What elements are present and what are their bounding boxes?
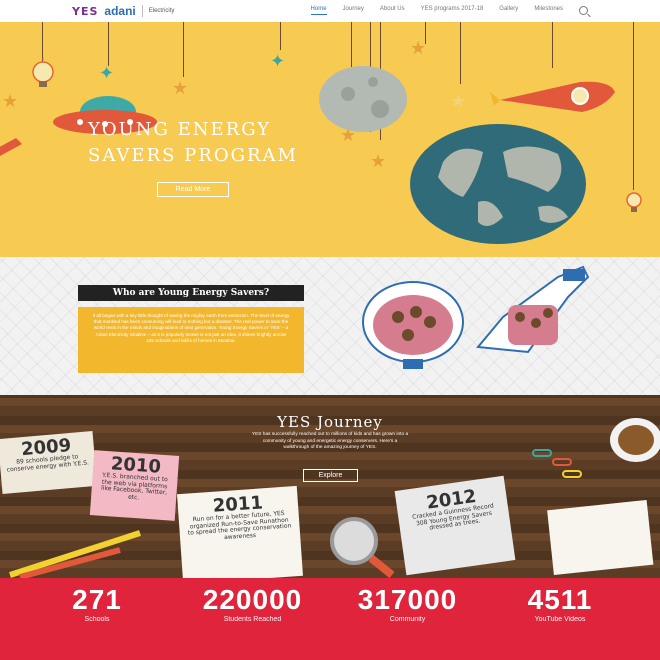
yes-logo-text: YES bbox=[72, 4, 99, 18]
nav-gallery[interactable]: Gallery bbox=[499, 6, 518, 15]
stat-value: 317000 bbox=[357, 584, 458, 615]
stat-community: 317000 Community bbox=[340, 584, 475, 624]
earth-globe-icon bbox=[410, 124, 586, 244]
journey-title: YES Journey bbox=[277, 413, 383, 431]
nav-yes-programs[interactable]: YES programs 2017-18 bbox=[421, 6, 484, 15]
milestone-text: Run on for a better future, YES organize… bbox=[187, 509, 292, 541]
star-icon: ✦ bbox=[270, 51, 286, 71]
stat-label: Schools bbox=[84, 616, 110, 623]
notepad-icon bbox=[547, 499, 654, 575]
stat-schools: 271 Schools bbox=[52, 584, 142, 624]
star-icon: ★ bbox=[2, 91, 19, 111]
who-are-yes-section: Who are Young Energy Savers? It all bega… bbox=[0, 257, 660, 395]
milestone-note-2009: 2009 89 schools pledge to conserve energ… bbox=[0, 430, 98, 495]
who-heading: Who are Young Energy Savers? bbox=[78, 285, 304, 301]
read-more-button[interactable]: Read More bbox=[157, 182, 229, 197]
adani-logo-text: adani bbox=[104, 4, 136, 18]
site-logo[interactable]: YES adani Electricity bbox=[72, 3, 174, 19]
stat-youtube: 4511 YouTube Videos bbox=[505, 584, 615, 624]
nav-journey[interactable]: Journey bbox=[343, 6, 364, 15]
magnifier-icon bbox=[330, 517, 395, 578]
nav-milestones[interactable]: Milestones bbox=[534, 6, 563, 15]
stat-value: 4511 bbox=[527, 584, 593, 615]
star-icon: ✦ bbox=[99, 63, 115, 83]
moon-icon bbox=[319, 66, 407, 132]
star-icon: ★ bbox=[450, 91, 467, 111]
hero-banner: ★ ★ ★ ★ ★ ★ ✦ ✦ YOUNG ENERGY SAVERS PROG… bbox=[0, 22, 660, 257]
search-icon[interactable] bbox=[579, 6, 588, 15]
who-description: It all began with a tiny little thought … bbox=[78, 307, 304, 373]
lightbulb-icon bbox=[32, 58, 54, 87]
logo-divider bbox=[141, 5, 143, 17]
stat-value: 220000 bbox=[202, 584, 303, 615]
star-icon: ★ bbox=[410, 38, 427, 58]
nav-home[interactable]: Home bbox=[310, 6, 327, 15]
journey-description: YES has successfully reached out to mill… bbox=[251, 432, 409, 451]
stats-section: 271 Schools 220000 Students Reached 3170… bbox=[0, 578, 660, 660]
top-navigation-bar: YES adani Electricity Home Journey About… bbox=[0, 0, 660, 22]
milestone-note-2010: 2010 Y.E.S. branched out to the web via … bbox=[89, 450, 180, 521]
small-rocket-icon bbox=[0, 138, 22, 156]
star-icon: ★ bbox=[370, 151, 387, 171]
stat-label: Students Reached bbox=[223, 616, 282, 623]
milestone-note-2012: 2012 Cracked a Guinness Record 308 Young… bbox=[394, 475, 516, 576]
stat-value: 271 bbox=[72, 584, 122, 615]
bottle-kids-image bbox=[476, 265, 590, 354]
star-icon: ★ bbox=[172, 78, 189, 98]
stat-students: 220000 Students Reached bbox=[185, 584, 320, 624]
hero-title: YOUNG ENERGY SAVERS PROGRAM bbox=[88, 119, 298, 166]
paper-clips-icon bbox=[532, 449, 582, 478]
stat-label: YouTube Videos bbox=[534, 616, 586, 623]
stat-label: Community bbox=[389, 616, 426, 623]
lightbulb-icon bbox=[626, 192, 642, 212]
milestone-note-2011: 2011 Run on for a better future, YES org… bbox=[177, 485, 303, 578]
nav-about-us[interactable]: About Us bbox=[380, 6, 405, 15]
yes-journey-section: YES Journey YES has successfully reached… bbox=[0, 395, 660, 578]
pencil-icon bbox=[9, 530, 141, 578]
milestone-text: Y.E.S. branched out to the web via platf… bbox=[100, 471, 169, 501]
main-menu: Home Journey About Us YES programs 2017-… bbox=[310, 6, 588, 15]
logo-subtitle: Electricity bbox=[148, 8, 175, 14]
explore-button[interactable]: Explore bbox=[303, 469, 358, 482]
